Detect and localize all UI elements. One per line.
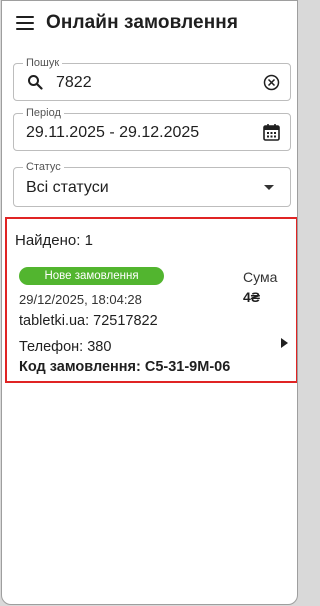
order-phone: Телефон: 380 <box>19 339 112 355</box>
order-code: Код замовлення: C5-31-9M-06 <box>19 359 231 375</box>
dropdown-arrow-icon[interactable] <box>264 185 274 190</box>
search-input[interactable]: Пошук 7822 <box>13 56 291 101</box>
sum-value: 4₴ <box>243 289 261 305</box>
status-value: Всі статуси <box>26 179 109 196</box>
app-bar: Онлайн замовлення <box>2 1 297 45</box>
clear-circle-icon[interactable] <box>263 74 280 91</box>
period-field[interactable]: Період 29.11.2025 - 29.12.2025 <box>13 106 291 151</box>
order-source: tabletki.ua: 72517822 <box>19 313 158 329</box>
calendar-icon[interactable] <box>263 123 280 141</box>
period-value: 29.11.2025 - 29.12.2025 <box>26 124 200 141</box>
app-screen: Онлайн замовлення Пошук 7822 Період 29.1… <box>1 0 298 605</box>
hamburger-menu-icon[interactable] <box>16 16 34 30</box>
search-label: Пошук <box>23 56 63 70</box>
status-label: Статус <box>23 160 64 174</box>
order-datetime: 29/12/2025, 18:04:28 <box>19 292 142 307</box>
chevron-right-icon[interactable] <box>281 338 288 348</box>
sum-label: Сума <box>243 269 278 285</box>
search-value: 7822 <box>56 74 92 91</box>
order-card[interactable]: Нове замовлення 29/12/2025, 18:04:28 tab… <box>7 259 296 381</box>
page-title: Онлайн замовлення <box>46 12 239 33</box>
status-select[interactable]: Статус Всі статуси <box>13 160 291 207</box>
status-badge: Нове замовлення <box>19 267 164 285</box>
results-count: Найдено: 1 <box>15 232 93 249</box>
results-panel: Найдено: 1 Нове замовлення 29/12/2025, 1… <box>5 217 297 383</box>
period-label: Період <box>23 106 64 120</box>
search-icon <box>28 75 43 90</box>
